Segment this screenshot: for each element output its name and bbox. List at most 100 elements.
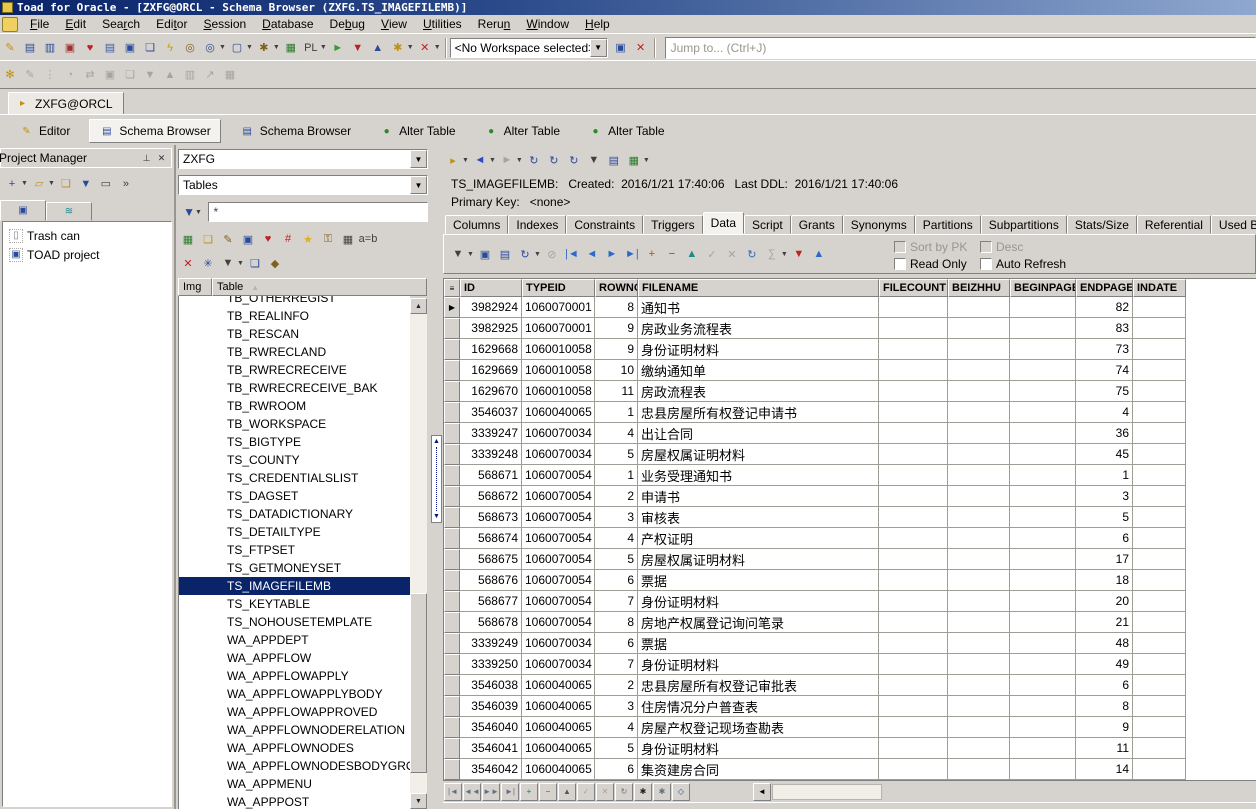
open-project-dropdown-icon[interactable]: ▼ xyxy=(48,180,55,187)
copy-icon[interactable]: ▣ xyxy=(101,66,119,84)
tab-partitions[interactable]: Partitions xyxy=(915,215,981,234)
grid-cell[interactable]: 1060070054 xyxy=(522,507,595,528)
grid-cell[interactable]: 1060070054 xyxy=(522,465,595,486)
sum-dropdown-icon[interactable]: ▼ xyxy=(781,251,788,258)
hscroll-left-icon[interactable]: ◄ xyxy=(753,783,771,801)
table-list-item[interactable]: WA_APPPOST xyxy=(179,793,410,809)
row-selector[interactable] xyxy=(444,360,460,381)
grid-cell[interactable]: 20 xyxy=(1076,591,1133,612)
scroll-up-icon[interactable]: ▲ xyxy=(410,298,427,314)
grid-cell[interactable]: 3546041 xyxy=(460,738,522,759)
grid-cell[interactable]: 568676 xyxy=(460,570,522,591)
grid-cell[interactable]: 3339247 xyxy=(460,423,522,444)
hscroll-track[interactable] xyxy=(772,784,882,800)
tab-subpartitions[interactable]: Subpartitions xyxy=(981,215,1067,234)
grid-cell[interactable]: 票据 xyxy=(638,570,879,591)
pm-tab-databases[interactable]: ≋ xyxy=(46,202,92,221)
refresh-all-icon[interactable]: ↻ xyxy=(565,151,583,169)
nav-delete-icon[interactable]: − xyxy=(539,783,557,801)
nav-next-icon[interactable]: ►► xyxy=(482,783,500,801)
new-project-icon[interactable]: ❏ xyxy=(57,175,75,193)
grid-cell[interactable]: 1060010058 xyxy=(522,381,595,402)
table-list-item[interactable]: WA_APPFLOWAPPLY xyxy=(179,667,410,685)
insert-record-icon[interactable]: + xyxy=(643,245,661,263)
grid-cell[interactable] xyxy=(879,738,948,759)
grid-cell[interactable]: 4 xyxy=(595,717,638,738)
nav-bookmark-goto-icon[interactable]: ✱ xyxy=(653,783,671,801)
doc-tab-alter-table[interactable]: ●Alter Table xyxy=(370,119,464,143)
table-list-item[interactable]: WA_APPMENU xyxy=(179,775,410,793)
row-selector[interactable] xyxy=(444,717,460,738)
grid-cell[interactable] xyxy=(948,591,1010,612)
grid-cell[interactable] xyxy=(879,318,948,339)
table-list-item[interactable]: TB_RWRECRECEIVE xyxy=(179,361,410,379)
grid-cell[interactable]: 身份证明材料 xyxy=(638,738,879,759)
grid-cell[interactable]: 4 xyxy=(1076,402,1133,423)
grid-cell[interactable] xyxy=(1133,633,1186,654)
favorites-icon[interactable]: ★ xyxy=(299,230,317,248)
grid-cell[interactable] xyxy=(879,360,948,381)
workspace-dropdown-icon[interactable]: ▼ xyxy=(590,39,607,57)
jump-to-input[interactable]: Jump to... (Ctrl+J) xyxy=(665,37,1256,59)
column-header-filecount[interactable]: FILECOUNT xyxy=(879,279,948,297)
tab-triggers[interactable]: Triggers xyxy=(643,215,703,234)
object-type-dropdown-icon[interactable]: ▼ xyxy=(410,176,427,194)
grid-cell[interactable]: 身份证明材料 xyxy=(638,654,879,675)
splitter-mini-scrollbar[interactable]: ▲ ▼ xyxy=(431,435,442,523)
grid-cell[interactable]: 9 xyxy=(1076,717,1133,738)
row-selector[interactable] xyxy=(444,381,460,402)
table-row[interactable]: 1629670106001005811房政流程表75 xyxy=(444,381,1256,402)
grid-cell[interactable]: 568671 xyxy=(460,465,522,486)
table-list-item[interactable]: TB_RWRECRECEIVE_BAK xyxy=(179,379,410,397)
connection-dropdown-icon[interactable]: ▼ xyxy=(462,157,469,164)
run-debug-icon[interactable]: ► xyxy=(329,39,347,57)
row-selector[interactable] xyxy=(444,633,460,654)
menu-item-window[interactable]: Window xyxy=(518,16,577,33)
connection-icon[interactable]: ▸ xyxy=(444,151,462,169)
open-project-icon[interactable]: ▱ xyxy=(30,175,48,193)
chart-dropdown-icon[interactable]: ▼ xyxy=(643,157,650,164)
grid-cell[interactable] xyxy=(1133,402,1186,423)
window-list-icon[interactable]: ▢ xyxy=(228,39,246,57)
grid-cell[interactable]: 21 xyxy=(1076,612,1133,633)
grid-cell[interactable]: 1060040065 xyxy=(522,759,595,780)
first-record-icon[interactable]: |◄ xyxy=(563,245,581,263)
grid-cell[interactable] xyxy=(948,633,1010,654)
cancel-edit-icon[interactable]: ✕ xyxy=(723,245,741,263)
table-list-item[interactable]: TS_FTPSET xyxy=(179,541,410,559)
rebuild-table-icon[interactable]: ✳ xyxy=(199,254,217,272)
grid-cell[interactable] xyxy=(1133,612,1186,633)
grid-cell[interactable] xyxy=(1133,675,1186,696)
refresh-data-icon[interactable]: ↻ xyxy=(516,245,534,263)
workspace-close-dropdown-icon[interactable]: ▼ xyxy=(434,44,441,51)
checkbox-auto-refresh[interactable]: Auto Refresh xyxy=(980,255,1090,272)
grid-cell[interactable]: 出让合同 xyxy=(638,423,879,444)
window-list-dropdown-icon[interactable]: ▼ xyxy=(246,44,253,51)
grid-cell[interactable]: 房地产权属登记询问笔录 xyxy=(638,612,879,633)
grid-cell[interactable]: 3339248 xyxy=(460,444,522,465)
grid-cell[interactable] xyxy=(1010,381,1076,402)
post-edit-icon[interactable]: ✓ xyxy=(703,245,721,263)
pm-tab-projects[interactable]: ▣ xyxy=(0,200,46,221)
unload-db-icon[interactable]: ▲ xyxy=(369,39,387,57)
row-selector[interactable] xyxy=(444,675,460,696)
menu-item-help[interactable]: Help xyxy=(577,16,618,33)
tab-script[interactable]: Script xyxy=(744,215,791,234)
grid-cell[interactable]: 8 xyxy=(595,612,638,633)
table-list-item[interactable]: TS_DAGSET xyxy=(179,487,410,505)
menu-item-edit[interactable]: Edit xyxy=(57,16,94,33)
grid-cell[interactable]: 568672 xyxy=(460,486,522,507)
grid-cell[interactable] xyxy=(879,486,948,507)
report-icon[interactable]: ▦ xyxy=(282,39,300,57)
copy-data-icon[interactable]: ▣ xyxy=(239,230,257,248)
grid-cell[interactable]: 房政业务流程表 xyxy=(638,318,879,339)
checkbox-box[interactable] xyxy=(980,258,992,270)
grid-cell[interactable]: 集资建房合同 xyxy=(638,759,879,780)
grid-cell[interactable] xyxy=(879,654,948,675)
grid-cell[interactable]: 1629668 xyxy=(460,339,522,360)
row-selector[interactable] xyxy=(444,570,460,591)
back-dropdown-icon[interactable]: ▼ xyxy=(489,157,496,164)
close-icon[interactable]: ✕ xyxy=(154,151,169,165)
nav-prior-icon[interactable]: ◄◄ xyxy=(463,783,481,801)
grid-cell[interactable]: 1060070054 xyxy=(522,528,595,549)
